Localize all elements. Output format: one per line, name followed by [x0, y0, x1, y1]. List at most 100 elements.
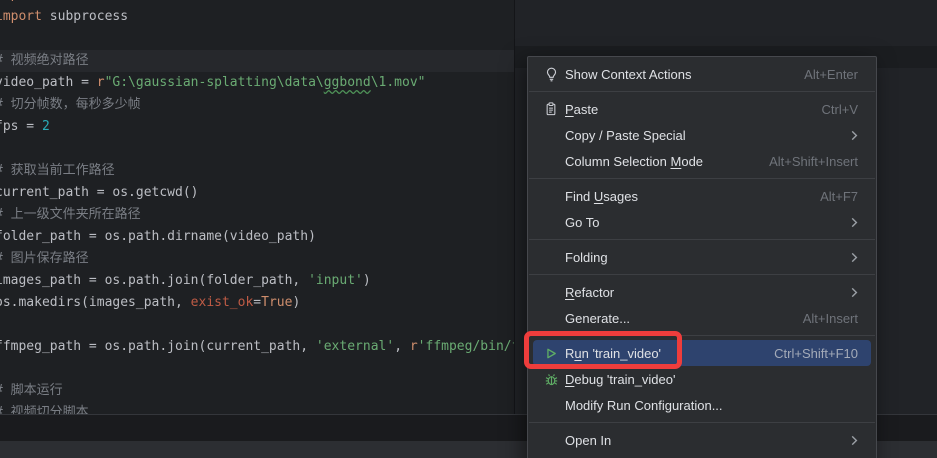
code-token: import	[0, 0, 42, 2]
code-editor[interactable]: import os import subprocess # 视频绝对路径 video_…	[0, 0, 515, 416]
menu-item-shortcut: Alt+Enter	[804, 67, 858, 82]
menu-item-label: Debug 'train_video'	[565, 372, 675, 387]
icon-placeholder	[544, 249, 565, 265]
code-line: video_path = r"G:\gaussian-splatting\dat…	[0, 72, 514, 94]
icon-placeholder	[544, 284, 565, 300]
code-token: 'input'	[308, 273, 363, 288]
context-menu: Show Context Actions Alt+Enter Paste Ctr…	[527, 56, 877, 458]
code-line: # 上一级文件夹所在路径	[0, 204, 514, 226]
menu-item-label: Modify Run Configuration...	[565, 398, 723, 413]
code-token: True	[261, 295, 292, 310]
menu-item-copy-paste-special[interactable]: Copy / Paste Special	[533, 122, 871, 148]
code-token: current_path = os.getcwd()	[0, 185, 199, 200]
code-token: ffmpeg_path = os.path.join(current_path,	[0, 339, 316, 354]
code-line: # 切分帧数，每秒多少帧	[0, 94, 514, 116]
menu-item-debug-train-video[interactable]: Debug 'train_video'	[533, 366, 871, 392]
menu-item-column-selection-mode[interactable]: Column Selection Mode Alt+Shift+Insert	[533, 148, 871, 174]
menu-item-modify-run-configuration[interactable]: Modify Run Configuration...	[533, 392, 871, 418]
code-token: fps =	[0, 119, 42, 134]
menu-item-shortcut: Alt+Shift+Insert	[769, 154, 858, 169]
code-line: import subprocess	[0, 6, 514, 28]
submenu-chevron-icon	[851, 252, 858, 263]
menu-separator	[529, 178, 875, 179]
run-icon	[544, 345, 565, 361]
clipboard-icon	[544, 101, 565, 117]
code-line	[0, 314, 514, 336]
menu-item-run-train-video[interactable]: Run 'train_video' Ctrl+Shift+F10	[533, 340, 871, 366]
menu-item-label: Run 'train_video'	[565, 346, 661, 361]
code-token: ,	[394, 339, 410, 354]
code-token: 'ffmpeg/bin/ffmpeg.exe'	[418, 339, 515, 354]
code-token: os	[42, 0, 65, 2]
code-token: # 上一级文件夹所在路径	[0, 207, 141, 222]
code-token: ggbond	[324, 75, 371, 90]
menu-item-shortcut: Alt+Insert	[803, 311, 858, 326]
code-line	[0, 28, 514, 50]
code-line: # 图片保存路径	[0, 248, 514, 270]
menu-item-label: Generate...	[565, 311, 630, 326]
ide-screenshot: import os import subprocess # 视频绝对路径 video_…	[0, 0, 937, 458]
menu-item-label: Show Context Actions	[565, 67, 691, 82]
icon-placeholder	[544, 153, 565, 169]
menu-item-paste[interactable]: Paste Ctrl+V	[533, 96, 871, 122]
code-token: os.makedirs(images_path,	[0, 295, 191, 310]
code-token: subprocess	[42, 9, 128, 24]
code-token: =	[253, 295, 261, 310]
code-token: "G:\gaussian-splatting\data\	[105, 75, 324, 90]
menu-item-generate[interactable]: Generate... Alt+Insert	[533, 305, 871, 331]
menu-item-open-in[interactable]: Open In	[533, 427, 871, 453]
menu-item-shortcut: Alt+F7	[820, 189, 858, 204]
code-line: current_path = os.getcwd()	[0, 182, 514, 204]
menu-item-find-usages[interactable]: Find Usages Alt+F7	[533, 183, 871, 209]
code-line: # 脚本运行	[0, 380, 514, 402]
menu-item-label: Paste	[565, 102, 598, 117]
submenu-chevron-icon	[851, 130, 858, 141]
menu-item-label: Copy / Paste Special	[565, 128, 686, 143]
code-token: # 脚本运行	[0, 383, 63, 398]
menu-item-label: Find Usages	[565, 189, 638, 204]
code-line: # 视频绝对路径	[0, 50, 514, 72]
lightbulb-icon	[544, 66, 565, 82]
submenu-chevron-icon	[851, 287, 858, 298]
icon-placeholder	[544, 310, 565, 326]
code-token: r	[410, 339, 418, 354]
code-line: # 获取当前工作路径	[0, 160, 514, 182]
code-token: images_path = os.path.join(folder_path,	[0, 273, 308, 288]
code-token: # 视频绝对路径	[0, 53, 89, 68]
code-line: images_path = os.path.join(folder_path, …	[0, 270, 514, 292]
code-token: )	[363, 273, 371, 288]
icon-placeholder	[544, 397, 565, 413]
menu-separator	[529, 239, 875, 240]
code-token: r	[97, 75, 105, 90]
code-text: import os import subprocess # 视频绝对路径 video_…	[0, 0, 514, 416]
menu-item-go-to[interactable]: Go To	[533, 209, 871, 235]
menu-item-folding[interactable]: Folding	[533, 244, 871, 270]
icon-placeholder	[544, 188, 565, 204]
code-line: ffmpeg_path = os.path.join(current_path,…	[0, 336, 514, 358]
menu-item-label: Folding	[565, 250, 608, 265]
code-token: \1.mov"	[371, 75, 426, 90]
debug-icon	[544, 371, 565, 387]
code-token: video_path =	[0, 75, 97, 90]
menu-separator	[529, 335, 875, 336]
code-token: # 获取当前工作路径	[0, 163, 115, 178]
code-token: # 切分帧数，每秒多少帧	[0, 97, 141, 112]
code-line	[0, 138, 514, 160]
submenu-chevron-icon	[851, 217, 858, 228]
menu-separator	[529, 91, 875, 92]
menu-item-refactor[interactable]: Refactor	[533, 279, 871, 305]
code-line: fps = 2	[0, 116, 514, 138]
code-line: os.makedirs(images_path, exist_ok=True)	[0, 292, 514, 314]
menu-item-show-context-actions[interactable]: Show Context Actions Alt+Enter	[533, 61, 871, 87]
menu-item-label: Column Selection Mode	[565, 154, 703, 169]
code-token: 'external'	[316, 339, 394, 354]
code-token: 2	[42, 119, 50, 134]
code-token: )	[292, 295, 300, 310]
code-token: folder_path = os.path.dirname(video_path…	[0, 229, 316, 244]
code-token: exist_ok	[191, 295, 254, 310]
menu-item-label: Open In	[565, 433, 611, 448]
icon-placeholder	[544, 432, 565, 448]
menu-separator	[529, 274, 875, 275]
menu-item-label: Go To	[565, 215, 599, 230]
code-token: # 图片保存路径	[0, 251, 89, 266]
